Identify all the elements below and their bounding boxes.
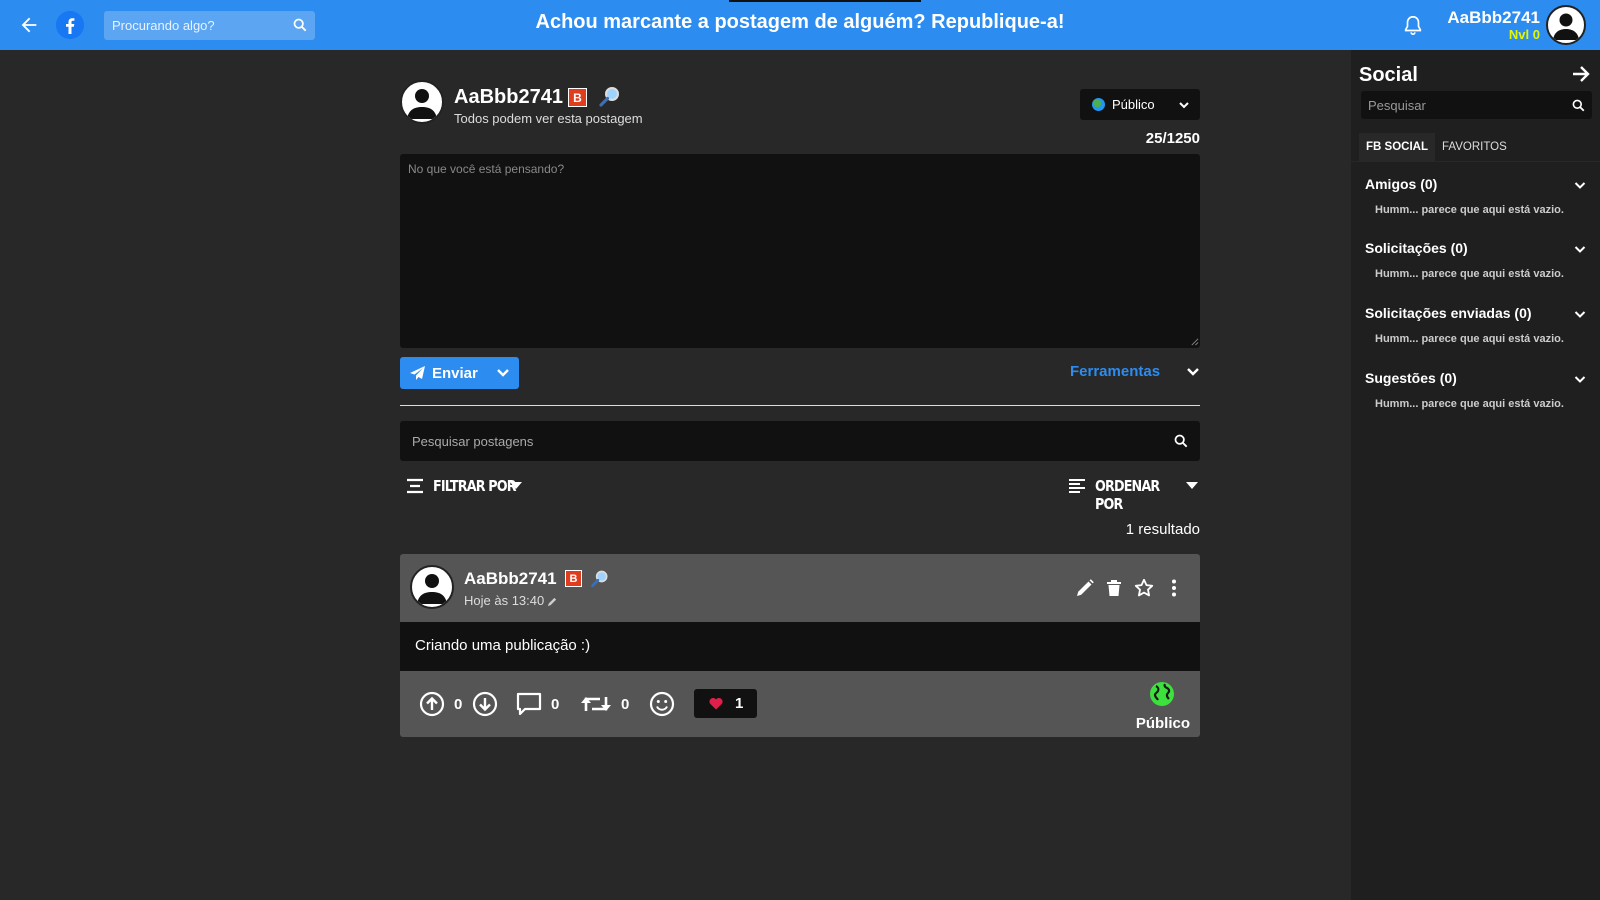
order-dropdown[interactable]: ORDENAR POR <box>1068 475 1200 513</box>
composer-username[interactable]: AaBbb2741 <box>454 86 563 109</box>
post-card: AaBbb2741 B Hoje às 13:40 Criando uma pu… <box>400 554 1200 737</box>
header-avatar[interactable] <box>1546 5 1586 45</box>
tools-dropdown[interactable]: Ferramentas <box>1070 362 1200 384</box>
facebook-logo-icon[interactable] <box>56 11 84 39</box>
chevron-down-icon <box>1187 368 1199 376</box>
notifications-bell-icon[interactable] <box>1402 13 1424 37</box>
post-username[interactable]: AaBbb2741 <box>464 569 557 589</box>
back-arrow-icon[interactable] <box>18 14 40 36</box>
social-group-sugestoes: Sugestões (0) Humm... parece que aqui es… <box>1351 370 1600 430</box>
post-header: AaBbb2741 B Hoje às 13:40 <box>400 554 1200 622</box>
comment-count: 0 <box>551 696 560 713</box>
headline-banner: Achou marcante a postagem de alguém? Rep… <box>535 11 1065 33</box>
post-privacy-label: Público <box>1135 715 1190 732</box>
post-text: Criando uma publicação :) <box>415 637 591 654</box>
social-group-enviadas: Solicitações enviadas (0) Humm... parece… <box>1351 305 1600 365</box>
star-icon[interactable] <box>1134 578 1154 598</box>
more-options-icon[interactable] <box>1164 578 1184 598</box>
resize-grip-icon[interactable] <box>1190 337 1199 346</box>
post-time: Hoje às 13:40 <box>464 593 545 608</box>
magnifier-badge-icon <box>591 570 608 587</box>
tabs-divider <box>1351 161 1600 162</box>
global-search-input[interactable] <box>104 11 284 40</box>
social-search <box>1361 91 1592 119</box>
sort-lines-icon <box>1069 479 1085 493</box>
paper-plane-icon <box>410 366 425 380</box>
search-icon[interactable] <box>293 18 307 32</box>
top-bar: Achou marcante a postagem de alguém? Rep… <box>0 0 1600 50</box>
arrow-down-circle-icon[interactable] <box>472 691 498 717</box>
group-title[interactable]: Solicitações enviadas (0) <box>1365 305 1532 321</box>
post-search-input[interactable] <box>400 421 1140 461</box>
group-title[interactable]: Solicitações (0) <box>1365 240 1468 256</box>
user-badge: B <box>568 88 587 107</box>
send-button-label: Enviar <box>432 365 478 382</box>
chevron-down-icon[interactable] <box>1574 244 1586 254</box>
repost-icon[interactable] <box>580 691 612 717</box>
group-empty-text: Humm... parece que aqui está vazio. <box>1375 333 1564 345</box>
tab-favoritos[interactable]: FAVORITOS <box>1435 133 1514 161</box>
active-indicator <box>729 0 921 2</box>
char-counter: 25/1250 <box>1145 130 1200 147</box>
filter-label: FILTRAR POR <box>433 477 517 495</box>
edited-pencil-icon <box>547 597 557 607</box>
emoji-reaction-icon[interactable] <box>649 691 675 717</box>
social-title: Social <box>1359 64 1418 86</box>
group-title[interactable]: Amigos (0) <box>1365 176 1437 192</box>
composer-visibility-note: Todos podem ver esta postagem <box>454 111 643 126</box>
heart-icon <box>709 697 723 710</box>
privacy-select-label: Público <box>1112 97 1155 112</box>
filter-lines-icon <box>407 478 423 494</box>
divider <box>400 405 1200 406</box>
chevron-down-icon[interactable] <box>496 368 510 378</box>
caret-down-icon <box>1186 482 1198 489</box>
group-empty-text: Humm... parece que aqui está vazio. <box>1375 204 1564 216</box>
search-icon[interactable] <box>1174 434 1188 448</box>
filter-dropdown[interactable]: FILTRAR POR <box>406 475 546 497</box>
chevron-down-icon[interactable] <box>1574 309 1586 319</box>
order-label: ORDENAR POR <box>1095 477 1160 513</box>
social-panel: Social FB SOCIAL FAVORITOS Amigos (0) Hu… <box>1351 50 1600 900</box>
caret-down-icon <box>510 482 522 489</box>
post-search <box>400 421 1200 461</box>
group-title[interactable]: Sugestões (0) <box>1365 370 1457 386</box>
repost-count: 0 <box>621 696 630 713</box>
chevron-down-icon <box>1179 102 1189 109</box>
arrow-up-circle-icon[interactable] <box>419 691 445 717</box>
post-footer: 0 0 0 1 Público <box>400 671 1200 737</box>
upvote-count: 0 <box>454 696 463 713</box>
like-count: 1 <box>735 695 744 712</box>
composer-avatar[interactable] <box>400 80 444 124</box>
user-level: Nvl 0 <box>1508 27 1540 42</box>
chevron-down-icon[interactable] <box>1574 180 1586 190</box>
privacy-select[interactable]: Público <box>1080 89 1200 120</box>
tools-label: Ferramentas <box>1070 363 1161 380</box>
send-button[interactable]: Enviar <box>400 357 519 389</box>
globe-icon <box>1092 98 1105 111</box>
chevron-down-icon[interactable] <box>1574 374 1586 384</box>
group-empty-text: Humm... parece que aqui está vazio. <box>1375 398 1564 410</box>
arrow-right-icon[interactable] <box>1572 65 1590 83</box>
tab-fb-social[interactable]: FB SOCIAL <box>1359 133 1435 161</box>
user-badge: B <box>565 570 582 587</box>
header-username[interactable]: AaBbb2741 <box>1447 9 1540 27</box>
comment-icon[interactable] <box>516 691 542 717</box>
post-textarea[interactable] <box>400 154 1200 348</box>
edit-pencil-icon[interactable] <box>1075 578 1095 598</box>
group-empty-text: Humm... parece que aqui está vazio. <box>1375 268 1564 280</box>
globe-icon <box>1150 682 1174 706</box>
social-group-solicitacoes: Solicitações (0) Humm... parece que aqui… <box>1351 240 1600 300</box>
post-body: Criando uma publicação :) <box>400 622 1200 671</box>
results-count: 1 resultado <box>1125 521 1200 538</box>
global-search <box>104 11 315 40</box>
magnifier-badge-icon <box>599 87 619 107</box>
social-group-amigos: Amigos (0) Humm... parece que aqui está … <box>1351 176 1600 236</box>
like-reaction-button[interactable]: 1 <box>694 689 757 718</box>
post-avatar[interactable] <box>410 565 454 609</box>
trash-icon[interactable] <box>1104 578 1124 598</box>
social-search-input[interactable] <box>1361 91 1561 119</box>
search-icon[interactable] <box>1572 99 1585 112</box>
